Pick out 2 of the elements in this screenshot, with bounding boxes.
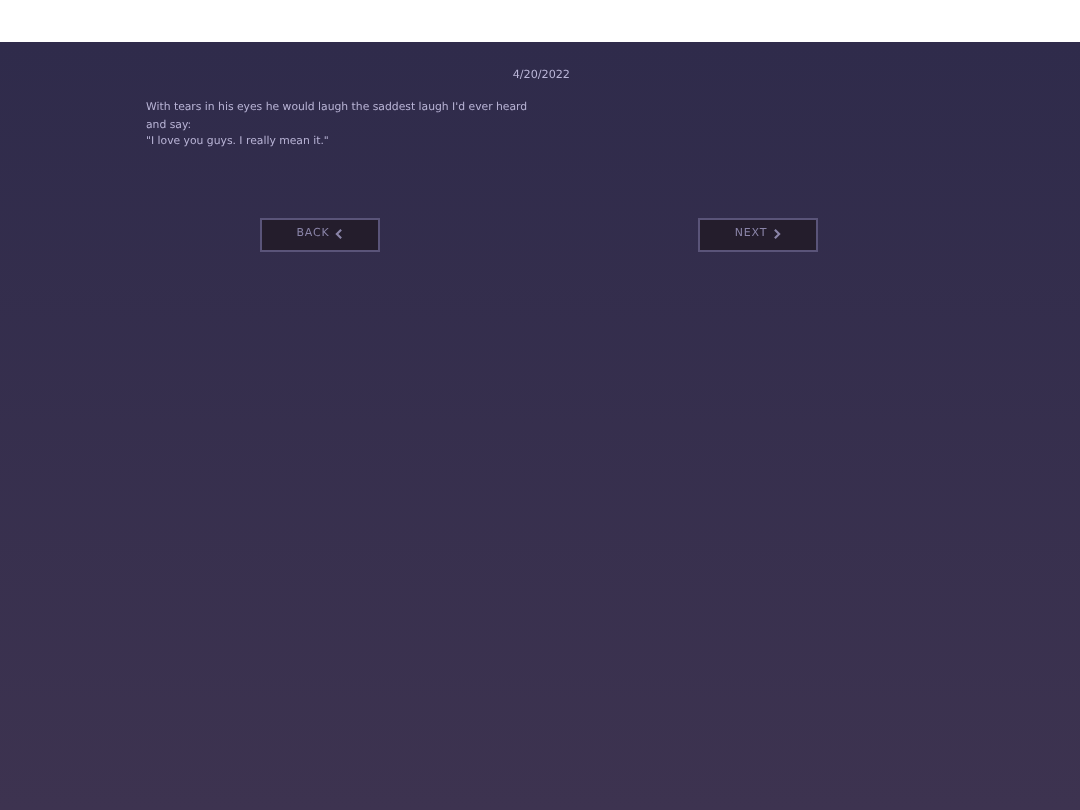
chevron-left-icon bbox=[333, 228, 344, 240]
chevron-right-icon bbox=[771, 228, 782, 240]
